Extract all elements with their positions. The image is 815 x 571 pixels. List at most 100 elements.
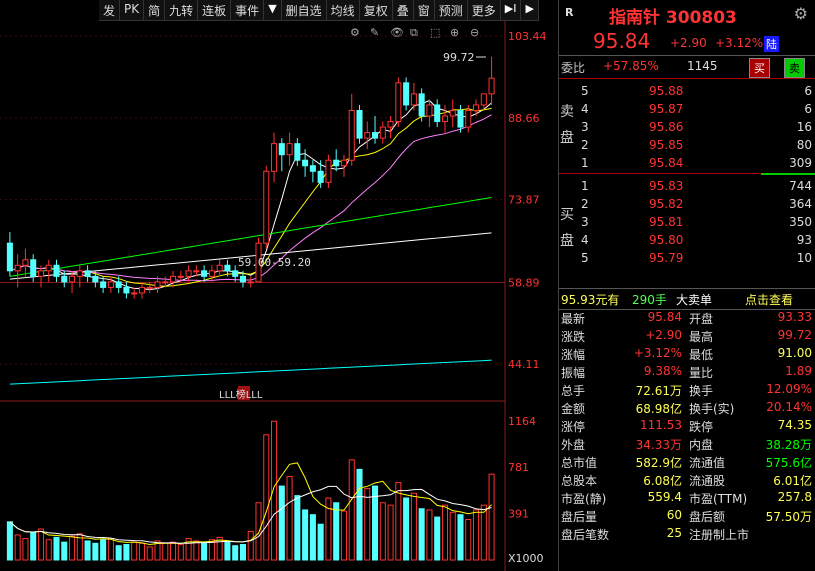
chart-tool-icon[interactable]: ⬚: [430, 26, 440, 39]
asks-row[interactable]: 2 95.85 80: [559, 137, 815, 155]
volume-bar: [480, 504, 487, 561]
candle-body: [224, 264, 231, 272]
asks-row[interactable]: 4 95.87 6: [559, 101, 815, 119]
stat-label: 跌停: [689, 420, 714, 434]
bids-row[interactable]: 5 95.79 10: [559, 250, 815, 268]
sell-button[interactable]: 卖: [784, 58, 805, 78]
stat-row: 总手 72.61万 换手 12.09%: [559, 382, 815, 400]
volume-bar: [356, 468, 363, 561]
candle-body: [302, 159, 309, 167]
quote-panel: R 指南针 300803 ⚙ 95.84 +2.90 +3.12% 陆 委比 +…: [558, 0, 815, 571]
volume-bar: [333, 502, 340, 561]
weibi-value: +57.85%: [603, 59, 659, 73]
stat-row: 盘后笔数 25 注册制上市: [559, 526, 815, 544]
volume-bar: [61, 541, 68, 561]
asks-qty: 80: [796, 138, 812, 152]
volume-bar: [201, 542, 208, 561]
volume-bar: [340, 510, 347, 561]
candle-body: [465, 109, 472, 128]
asks-price: 95.87: [649, 102, 684, 116]
asks-row[interactable]: 1 95.84 309: [559, 155, 815, 173]
buy-button[interactable]: 买: [749, 58, 770, 78]
stat-label: 涨停: [561, 420, 586, 434]
candle-body: [317, 170, 324, 183]
volume-bar: [473, 509, 480, 561]
gear-icon[interactable]: ⚙: [794, 4, 808, 23]
price-tick-label: 73.87: [508, 194, 540, 207]
chart-tool-icon[interactable]: ⊕: [450, 26, 459, 39]
exchange-badge: 陆: [764, 36, 779, 52]
price-tick-label: 103.44: [508, 30, 547, 43]
candle-body: [69, 275, 76, 283]
volume-bar: [286, 476, 293, 561]
volume-bar: [387, 504, 394, 561]
volume-tick-label: 781: [508, 461, 529, 474]
volume-bar: [434, 516, 441, 561]
stat-row: 外盘 34.33万 内盘 38.28万: [559, 436, 815, 454]
stat-value: 72.61万: [635, 384, 682, 398]
stat-row: 盘后量 60 盘后额 57.50万: [559, 508, 815, 526]
bids-row[interactable]: 1 95.83 744: [559, 178, 815, 196]
chart-tool-icon[interactable]: ⚙: [350, 26, 360, 39]
volume-bar: [53, 536, 60, 561]
stat-row: 总股本 6.08亿 流通股 6.01亿: [559, 472, 815, 490]
volume-bar: [162, 542, 169, 561]
stat-label: 开盘: [689, 312, 714, 326]
asks-level: 4: [581, 102, 589, 116]
bids-row[interactable]: 4 95.80 93: [559, 232, 815, 250]
chart-tool-icon[interactable]: ⊖: [470, 26, 479, 39]
volume-bar: [177, 544, 184, 561]
big-order-vol: 290手: [632, 293, 667, 307]
price-tick-label: 58.89: [508, 276, 540, 289]
candle-body: [449, 109, 456, 117]
stat-value: 575.6亿: [765, 456, 812, 470]
asks-row[interactable]: 3 95.86 16: [559, 119, 815, 137]
volume-bar: [170, 541, 177, 561]
big-order-label: 大卖单: [676, 293, 713, 307]
asks-price: 95.85: [649, 138, 684, 152]
asks-row[interactable]: 5 95.88 6: [559, 83, 815, 101]
volume-tick-label: X1000: [508, 552, 544, 565]
bids-level: 2: [581, 197, 589, 211]
bids-level: 3: [581, 215, 589, 229]
chart-tool-icon[interactable]: 👁: [390, 26, 404, 39]
bids-level: 4: [581, 233, 589, 247]
stat-value: 559.4: [647, 490, 682, 504]
stat-label: 涨跌: [561, 330, 586, 344]
candle-body: [45, 264, 52, 272]
chart-tool-icon[interactable]: ⧉: [410, 26, 418, 39]
stat-label: 涨幅: [561, 348, 586, 362]
asks-qty: 16: [796, 120, 812, 134]
stat-label: 流通值: [689, 456, 726, 470]
volume-bar: [123, 544, 130, 561]
candle-body: [395, 82, 402, 123]
bids-price: 95.80: [649, 233, 684, 247]
asks-level: 3: [581, 120, 589, 134]
candle-body: [333, 159, 340, 167]
candle-body: [131, 292, 138, 295]
bids-price: 95.82: [649, 197, 684, 211]
stat-value: 93.33: [777, 310, 812, 324]
volume-bar: [426, 509, 433, 561]
stat-value: 582.9亿: [635, 456, 682, 470]
stat-label: 总市值: [561, 456, 598, 470]
volume-bar: [239, 544, 246, 561]
chart-tool-icon[interactable]: ✎: [370, 26, 379, 39]
candle-body: [177, 275, 184, 278]
stat-label: 市盈(TTM): [689, 492, 748, 506]
candle-body: [410, 93, 417, 106]
stat-label: 外盘: [561, 438, 586, 452]
volume-bar: [247, 530, 254, 561]
bids-row[interactable]: 3 95.81 350: [559, 214, 815, 232]
volume-bar: [465, 518, 472, 561]
stat-value: 57.50万: [765, 510, 812, 524]
big-order-link[interactable]: 点击查看: [745, 291, 793, 308]
candle-body: [170, 275, 177, 283]
high-price-label: 99.72: [443, 51, 475, 64]
bids-row[interactable]: 2 95.82 364: [559, 196, 815, 214]
kline-chart[interactable]: 103.44 88.66 73.87 58.89 44.11 1164 781 391 X100…: [0, 0, 558, 571]
candle-body: [53, 264, 60, 277]
candle-body: [340, 159, 347, 167]
volume-bar: [302, 509, 309, 561]
stat-row: 涨跌 +2.90 最高 99.72: [559, 328, 815, 346]
